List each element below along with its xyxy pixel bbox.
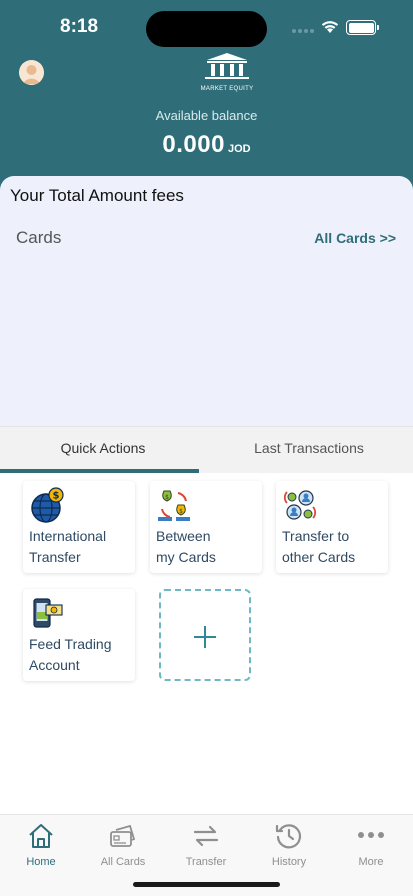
action-between-my-cards[interactable]: $ $ Between my Cards [150,481,262,573]
cards-sheet: Your Total Amount fees Cards All Cards >… [0,176,413,428]
cards-icon [110,824,136,847]
svg-text:$: $ [165,494,169,501]
battery-tip [377,25,379,30]
action-label: Transfer to other Cards [282,528,356,565]
nav-all-cards[interactable]: All Cards [88,821,158,868]
balance-label: Available balance [155,108,258,123]
money-exchange-icon: $ $ [158,490,190,521]
balance-amount: 0.000 [162,131,225,158]
tab-quick-actions[interactable]: Quick Actions [0,427,206,473]
action-international-transfer[interactable]: $ International Transfer [23,481,135,573]
logo-text: MARKET EQUITY [200,86,254,92]
dynamic-island [146,11,267,47]
action-label: International Transfer [29,528,107,565]
bank-logo: MARKET EQUITY [199,52,255,94]
add-quick-action-button[interactable] [159,589,251,681]
header: 8:18 MARKET EQUITY Available balance 0.0… [0,0,413,200]
svg-text:$: $ [53,491,60,502]
plus-icon-bar [194,636,216,638]
nav-transfer[interactable]: Transfer [171,821,241,868]
action-transfer-to-other-cards[interactable]: Transfer to other Cards [276,481,388,573]
nav-home[interactable]: Home [6,821,76,868]
nav-history[interactable]: History [254,821,324,868]
people-exchange-icon [283,490,317,520]
balance-currency: JOD [227,143,251,155]
avatar[interactable] [19,60,44,85]
home-indicator[interactable] [133,882,280,887]
home-icon [29,824,53,848]
tab-bar: Quick Actions Last Transactions [0,426,413,473]
action-label: Feed Trading Account [29,636,112,673]
signal-icon [292,29,316,33]
history-icon [275,824,302,849]
phone-money-icon [33,598,63,628]
cards-title: Cards [16,228,62,247]
wifi-icon [321,21,339,33]
action-label: Between my Cards [156,528,216,565]
battery-icon [346,20,376,35]
status-time: 8:18 [60,16,99,37]
nav-more[interactable]: More [336,821,406,868]
more-dots-icon [358,832,384,838]
balance-display: 0.000 JOD [0,131,413,159]
fees-title: Your Total Amount fees [10,186,184,205]
all-cards-link[interactable]: All Cards >> [314,230,396,246]
globe-transfer-icon: $ [31,487,64,523]
transfer-arrows-icon [193,825,219,847]
svg-text:$: $ [179,508,183,515]
user-avatar-icon [19,60,44,85]
bank-building-icon [205,53,249,79]
action-feed-trading-account[interactable]: Feed Trading Account [23,589,135,681]
tab-last-transactions[interactable]: Last Transactions [206,427,412,473]
